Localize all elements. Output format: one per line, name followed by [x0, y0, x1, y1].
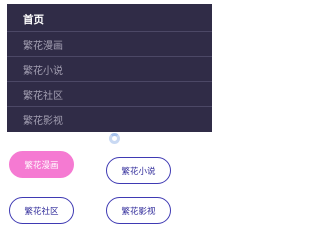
menu-item-community[interactable]: 繁花社区	[7, 82, 212, 107]
loading-spinner-icon	[109, 133, 120, 144]
menu-item-films[interactable]: 繁花影视	[7, 107, 212, 132]
tile-button-films[interactable]: 繁花影视	[106, 197, 171, 224]
page: 首页 繁花漫画 繁花小说 繁花社区 繁花影视 繁花漫画 繁花小说 繁花社区 繁花…	[0, 0, 217, 229]
tile-button-novels[interactable]: 繁花小说	[106, 157, 171, 184]
menu-item-home[interactable]: 首页	[7, 7, 212, 32]
tile-button-comics[interactable]: 繁花漫画	[9, 151, 74, 178]
nav-menu: 首页 繁花漫画 繁花小说 繁花社区 繁花影视	[7, 4, 212, 132]
menu-item-novels[interactable]: 繁花小说	[7, 57, 212, 82]
menu-item-comics[interactable]: 繁花漫画	[7, 32, 212, 57]
tile-button-community[interactable]: 繁花社区	[9, 197, 74, 224]
